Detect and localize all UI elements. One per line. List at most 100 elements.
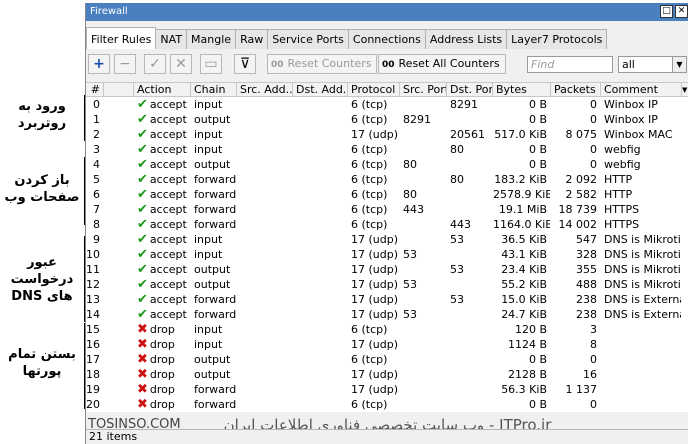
rule-src-port — [400, 142, 447, 157]
rule-flags — [104, 247, 134, 262]
action-label: accept — [149, 113, 187, 126]
rule-packets: 0 — [590, 113, 597, 126]
table-row[interactable]: 8 ✔ accept forward 6 (tcp) 443 1164.0 KiB 14 00… — [86, 217, 688, 232]
remove-button[interactable]: − — [114, 54, 136, 74]
counter-icon: 00 — [271, 60, 284, 70]
find-input[interactable]: Find — [527, 56, 613, 73]
column-header-dst-address[interactable]: Dst. Add... — [293, 83, 348, 96]
table-row[interactable]: 1 ✔ accept output 6 (tcp) 8291 0 B 0 Winbox IP — [86, 112, 688, 127]
column-header-flags[interactable] — [104, 83, 134, 96]
rule-chain: forward — [194, 383, 237, 396]
column-header-comment[interactable]: Comment — [601, 83, 682, 96]
filter-button[interactable]: ⊽ — [234, 54, 256, 74]
column-header-src-address[interactable]: Src. Add... — [237, 83, 293, 96]
table-row[interactable]: 19 ✖ drop forward 17 (udp) 56.3 KiB 1 137 — [86, 382, 688, 397]
rule-dst-port: 53 — [450, 263, 464, 276]
column-header-chain[interactable]: Chain — [191, 83, 237, 96]
table-row[interactable]: 3 ✔ accept input 6 (tcp) 80 0 B 0 webfig — [86, 142, 688, 157]
rule-dst-address — [293, 292, 348, 307]
action-label: accept — [149, 128, 187, 141]
table-row[interactable]: 14 ✔ accept forward 17 (udp) 53 24.7 KiB 238 DNS… — [86, 307, 688, 322]
table-row[interactable]: 5 ✔ accept forward 6 (tcp) 80 183.2 KiB 2 092 HT… — [86, 172, 688, 187]
rule-packets: 0 — [590, 143, 597, 156]
rules-table: # Action Chain Src. Add... Dst. Add... P… — [86, 82, 688, 412]
table-row[interactable]: 20 ✖ drop forward 6 (tcp) 0 B0 — [86, 397, 688, 412]
close-button[interactable]: ✕ — [675, 5, 688, 18]
rule-dst-port — [447, 277, 493, 292]
tab-filter-rules[interactable]: Filter Rules — [86, 27, 157, 49]
rule-bytes: 1164.0 KiB — [493, 218, 551, 231]
table-row[interactable]: 15 ✖ drop input 6 (tcp) 120 B3 — [86, 322, 688, 337]
rule-flags — [104, 232, 134, 247]
column-menu-icon[interactable]: ▼ — [682, 83, 688, 96]
rule-comment — [601, 322, 682, 337]
column-header-number[interactable]: # — [86, 83, 104, 96]
tab-layer7-protocols[interactable]: Layer7 Protocols — [506, 29, 608, 49]
enable-button[interactable]: ✓ — [144, 54, 166, 74]
comment-button[interactable]: ▭ — [200, 54, 222, 74]
tab-mangle[interactable]: Mangle — [186, 29, 237, 49]
add-button[interactable]: + — [88, 54, 110, 74]
rule-bytes: 120 B — [514, 323, 547, 336]
rule-action: ✔ accept — [134, 247, 191, 262]
rule-protocol: 6 (tcp) — [351, 98, 388, 111]
rule-chain: output — [194, 158, 231, 171]
rule-dst-address — [293, 397, 348, 412]
rule-protocol: 17 (udp) — [351, 293, 399, 306]
tab-address-lists[interactable]: Address Lists — [424, 29, 508, 49]
rule-protocol: 6 (tcp) — [351, 113, 388, 126]
reset-counters-button[interactable]: 00 Reset Counters — [267, 54, 378, 74]
rule-flags — [104, 262, 134, 277]
rule-src-address — [237, 187, 293, 202]
column-header-protocol[interactable]: Protocol — [348, 83, 400, 96]
rule-src-port — [400, 232, 447, 247]
table-row[interactable]: 7 ✔ accept forward 6 (tcp) 443 19.1 MiB 18 739 H… — [86, 202, 688, 217]
table-row[interactable]: 10 ✔ accept input 17 (udp) 53 43.1 KiB 328 DNS i… — [86, 247, 688, 262]
rule-src-address — [237, 307, 293, 322]
table-row[interactable]: 17 ✖ drop output 6 (tcp) 0 B0 — [86, 352, 688, 367]
tab-raw[interactable]: Raw — [235, 29, 269, 49]
column-header-action[interactable]: Action — [134, 83, 191, 96]
table-row[interactable]: 16 ✖ drop input 17 (udp) 1124 B8 — [86, 337, 688, 352]
rule-comment — [601, 397, 682, 412]
rule-bytes: 2128 B — [507, 368, 547, 381]
table-row[interactable]: 2 ✔ accept input 17 (udp) 20561 517.0 KiB 8 075… — [86, 127, 688, 142]
tab-connections[interactable]: Connections — [347, 29, 426, 49]
table-row[interactable]: 12 ✔ accept output 17 (udp) 53 55.2 KiB 488 DNS … — [86, 277, 688, 292]
rule-src-address — [237, 157, 293, 172]
rule-src-port: 8291 — [403, 113, 431, 126]
table-row[interactable]: 13 ✔ accept forward 17 (udp) 53 15.0 KiB 238 DNS… — [86, 292, 688, 307]
table-row[interactable]: 0 ✔ accept input 6 (tcp) 8291 0 B 0 Winbox IP — [86, 97, 688, 112]
rule-number: 9 — [93, 233, 100, 246]
table-row[interactable]: 9 ✔ accept input 17 (udp) 53 36.5 KiB 547 DNS is… — [86, 232, 688, 247]
rule-chain: output — [194, 113, 231, 126]
rule-action: ✔ accept — [134, 217, 191, 232]
table-row[interactable]: 6 ✔ accept forward 6 (tcp) 80 2578.9 KiB 2 582 H… — [86, 187, 688, 202]
accept-check-icon: ✔ — [137, 277, 148, 292]
rule-src-port — [400, 292, 447, 307]
rule-bytes: 15.0 KiB — [501, 293, 547, 306]
column-header-packets[interactable]: Packets — [551, 83, 601, 96]
table-row[interactable]: 18 ✖ drop output 17 (udp) 2128 B 16 — [86, 367, 688, 382]
restore-button[interactable]: □ — [660, 5, 673, 18]
action-label: drop — [149, 398, 175, 411]
reset-all-counters-button[interactable]: 00 Reset All Counters — [378, 54, 506, 74]
rule-dst-address — [293, 262, 348, 277]
column-header-dst-port[interactable]: Dst. Port — [447, 83, 493, 96]
table-body: 0 ✔ accept input 6 (tcp) 8291 0 B 0 Winbox IP 1 ✔ a… — [86, 97, 688, 412]
column-header-bytes[interactable]: Bytes — [493, 83, 551, 96]
rule-flags — [104, 337, 134, 352]
rule-src-address — [237, 202, 293, 217]
table-row[interactable]: 11 ✔ accept output 17 (udp) 53 23.4 KiB 355 DNS … — [86, 262, 688, 277]
tab-service-ports[interactable]: Service Ports — [267, 29, 349, 49]
column-header-src-port[interactable]: Src. Port — [400, 83, 447, 96]
rule-dst-port — [447, 337, 493, 352]
table-row[interactable]: 4 ✔ accept output 6 (tcp) 80 0 B 0 webfig — [86, 157, 688, 172]
rule-packets: 0 — [590, 158, 597, 171]
filter-select[interactable]: all ▼ — [618, 56, 687, 73]
rule-packets: 3 — [590, 323, 597, 336]
rule-packets: 2 582 — [565, 188, 598, 201]
rule-bytes: 0 B — [528, 143, 547, 156]
disable-button[interactable]: ✕ — [170, 54, 192, 74]
tab-nat[interactable]: NAT — [155, 29, 188, 49]
